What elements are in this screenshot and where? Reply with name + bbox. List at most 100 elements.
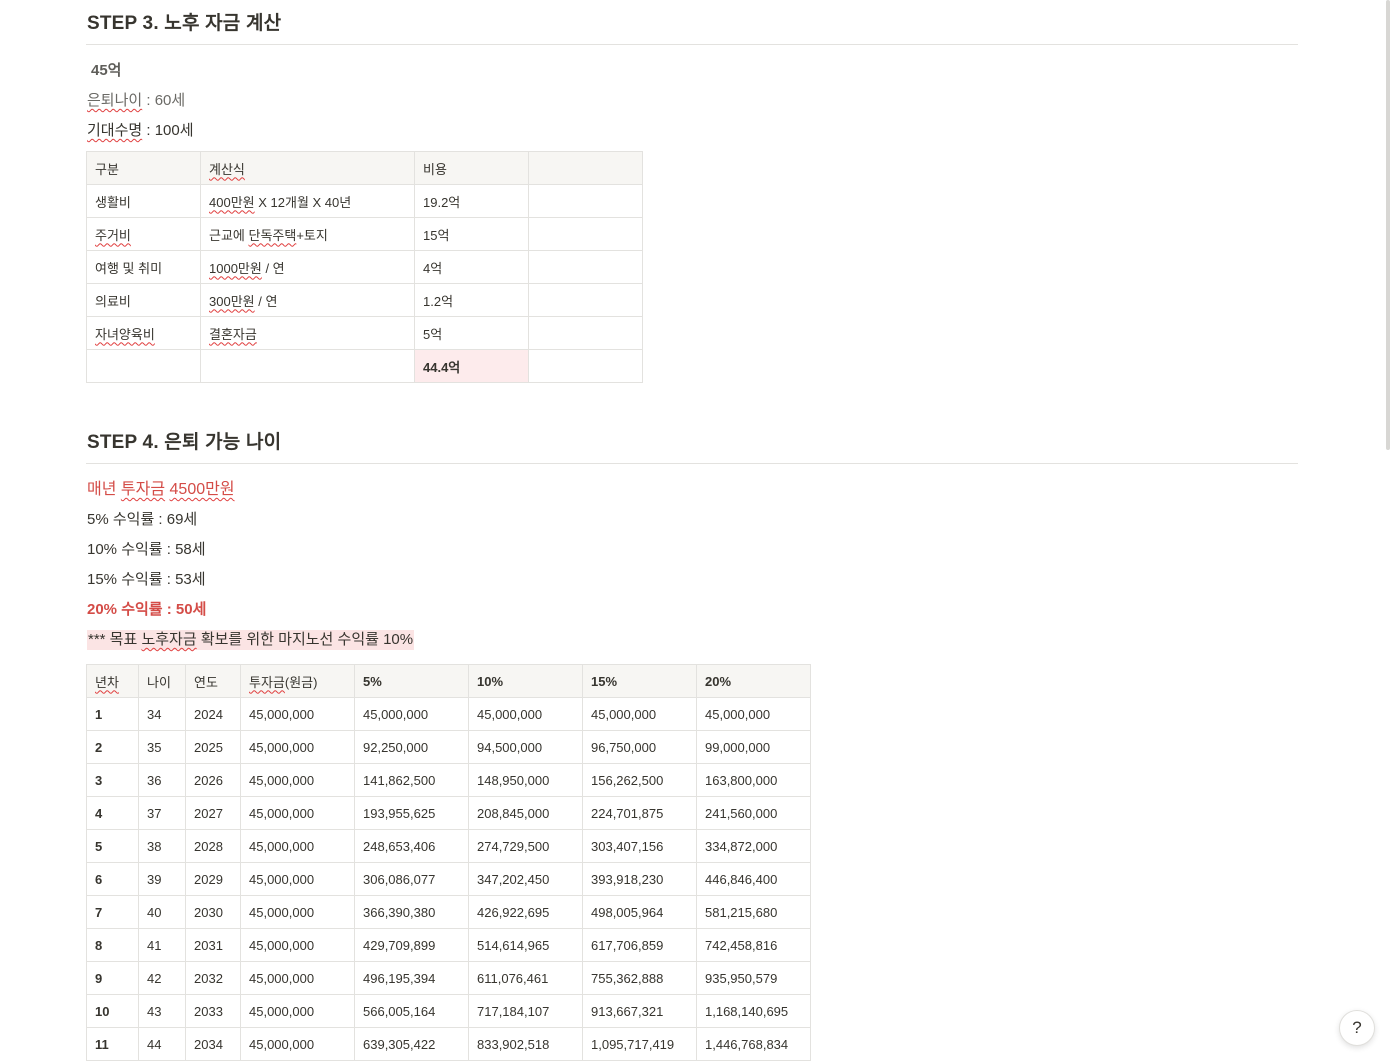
table-cell: 94,500,000 <box>468 730 583 764</box>
table-row: 3 36 2026 45,000,000 141,862,500 148,950,000 1… <box>86 763 811 797</box>
table-cell: 2025 <box>185 730 241 764</box>
table-cell: 45,000,000 <box>354 697 469 731</box>
table-cell: 2030 <box>185 895 241 929</box>
table-cell: 1.2억 <box>414 283 529 317</box>
table-cell <box>528 217 643 251</box>
table-row: 7 40 2030 45,000,000 366,390,380 426,922,695 4… <box>86 895 811 929</box>
table-cell: 617,706,859 <box>582 928 697 962</box>
table-cell <box>528 250 643 284</box>
table-cell: 566,005,164 <box>354 994 469 1028</box>
table-cell: 498,005,964 <box>582 895 697 929</box>
table-cell: 2028 <box>185 829 241 863</box>
target-note-highlight: *** 목표 노후자금 확보를 위한 마지노선 수익률 10% <box>87 630 415 650</box>
life-expectancy-key: 기대수명 <box>87 122 143 139</box>
table-cell: 400만원 X 12개월 X 40년 <box>200 184 415 218</box>
investment-growth-table: 년차 나이 연도 투자금(원금) 5% 10% 15% 20% 1 34 2024 4… <box>86 664 811 1061</box>
table-cell: 44 <box>138 1027 186 1061</box>
scrollbar-thumb[interactable] <box>1386 0 1390 450</box>
life-expectancy-line: 기대수명 : 100세 <box>86 116 1298 146</box>
table-cell: 347,202,450 <box>468 862 583 896</box>
table-cell: 913,667,321 <box>582 994 697 1028</box>
table-cell: 42 <box>138 961 186 995</box>
table-cell: 38 <box>138 829 186 863</box>
header-age: 나이 <box>138 664 186 698</box>
header-rate-15: 15% <box>582 664 697 698</box>
table-row: 11 44 2034 45,000,000 639,305,422 833,902,518… <box>86 1027 811 1061</box>
table-row-total: 44.4억 <box>86 349 643 383</box>
table-cell: 4억 <box>414 250 529 284</box>
header-rate-10: 10% <box>468 664 583 698</box>
help-button[interactable]: ? <box>1339 1010 1375 1046</box>
table-cell: 45,000,000 <box>240 928 355 962</box>
table-cell: 639,305,422 <box>354 1027 469 1061</box>
year-count-cell: 10 <box>86 994 139 1028</box>
table-cell: 1,168,140,695 <box>696 994 811 1028</box>
annual-investment-line: 매년 투자금 4500만원 <box>87 481 235 498</box>
table-cell <box>200 349 415 383</box>
table-cell: 결혼자금 <box>200 316 415 350</box>
life-expectancy-value: : 100세 <box>142 122 194 139</box>
total-cost-cell: 44.4억 <box>414 349 529 383</box>
table-cell: 274,729,500 <box>468 829 583 863</box>
table-cell: 45,000,000 <box>468 697 583 731</box>
table-cell: 19.2억 <box>414 184 529 218</box>
header-rate-5: 5% <box>354 664 469 698</box>
table-cell: 15억 <box>414 217 529 251</box>
table-cell: 92,250,000 <box>354 730 469 764</box>
table-cell: 393,918,230 <box>582 862 697 896</box>
table-row: 의료비 300만원 / 연 1.2억 <box>86 283 643 317</box>
table-cell: 45,000,000 <box>240 697 355 731</box>
table-cell: 37 <box>138 796 186 830</box>
header-formula: 계산식 <box>200 151 415 185</box>
scrollbar[interactable] <box>1386 0 1390 1059</box>
table-cell: 96,750,000 <box>582 730 697 764</box>
year-count-cell: 3 <box>86 763 139 797</box>
retirement-cost-table: 구분 계산식 비용 생활비 400만원 X 12개월 X 40년 19.2억 주… <box>86 151 643 383</box>
table-cell: 935,950,579 <box>696 961 811 995</box>
table-row: 6 39 2029 45,000,000 306,086,077 347,202,450 3… <box>86 862 811 896</box>
table-cell: 40 <box>138 895 186 929</box>
year-count-cell: 4 <box>86 796 139 830</box>
table-cell: 여행 및 취미 <box>86 250 201 284</box>
rate-line-15: 15% 수익률 : 53세 <box>87 571 206 588</box>
rate-line-20: 20% 수익률 : 50세 <box>87 601 207 618</box>
table-row: 주거비 근교에 단독주택+토지 15억 <box>86 217 643 251</box>
table-cell: 2024 <box>185 697 241 731</box>
year-count-cell: 6 <box>86 862 139 896</box>
step3-heading: STEP 3. 노후 자금 계산 <box>86 0 1298 45</box>
table-cell: 334,872,000 <box>696 829 811 863</box>
table-header-row: 년차 나이 연도 투자금(원금) 5% 10% 15% 20% <box>86 664 811 698</box>
header-principal: 투자금(원금) <box>240 664 355 698</box>
table-cell: 의료비 <box>86 283 201 317</box>
table-cell <box>528 316 643 350</box>
year-count-cell: 9 <box>86 961 139 995</box>
table-cell: 306,086,077 <box>354 862 469 896</box>
header-cost: 비용 <box>414 151 529 185</box>
table-cell: 303,407,156 <box>582 829 697 863</box>
table-cell: 34 <box>138 697 186 731</box>
table-cell: 241,560,000 <box>696 796 811 830</box>
table-cell <box>528 349 643 383</box>
table-row: 9 42 2032 45,000,000 496,195,394 611,076,461 7… <box>86 961 811 995</box>
table-cell: 2026 <box>185 763 241 797</box>
year-count-cell: 1 <box>86 697 139 731</box>
table-cell: 1000만원 / 연 <box>200 250 415 284</box>
table-cell: 446,846,400 <box>696 862 811 896</box>
table-cell: 45,000,000 <box>240 730 355 764</box>
table-cell: 366,390,380 <box>354 895 469 929</box>
table-cell: 2032 <box>185 961 241 995</box>
table-cell: 193,955,625 <box>354 796 469 830</box>
table-cell: 426,922,695 <box>468 895 583 929</box>
table-cell: 45,000,000 <box>240 829 355 863</box>
table-cell: 2029 <box>185 862 241 896</box>
table-cell: 99,000,000 <box>696 730 811 764</box>
table-cell: 429,709,899 <box>354 928 469 962</box>
table-cell <box>528 283 643 317</box>
table-cell: 755,362,888 <box>582 961 697 995</box>
table-cell: 141,862,500 <box>354 763 469 797</box>
table-cell: 45,000,000 <box>240 1027 355 1061</box>
table-cell: 514,614,965 <box>468 928 583 962</box>
table-cell <box>86 349 201 383</box>
table-cell: 39 <box>138 862 186 896</box>
table-cell: 2033 <box>185 994 241 1028</box>
